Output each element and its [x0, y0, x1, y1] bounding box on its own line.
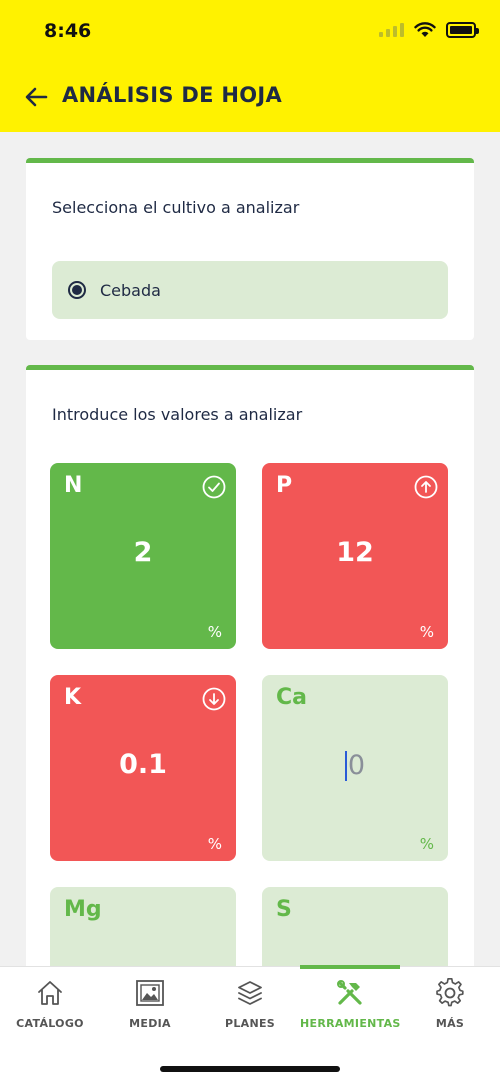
nutrient-tile-p[interactable]: P 12 %: [262, 463, 448, 649]
nav-item-catalogo[interactable]: CATÁLOGO: [0, 977, 100, 1030]
layers-icon: [238, 981, 262, 1005]
nutrient-value: 2: [133, 537, 153, 568]
nutrient-symbol: K: [64, 685, 82, 710]
crop-selection-card: Selecciona el cultivo a analizar Cebada: [26, 158, 474, 340]
check-circle-icon: [202, 475, 226, 499]
crop-option-label: Cebada: [100, 280, 161, 300]
nav-item-media[interactable]: MEDIA: [100, 977, 200, 1030]
nutrient-unit: %: [419, 623, 434, 641]
app-header: 8:46 ANÁLISIS DE HOJA: [0, 0, 500, 132]
nutrient-symbol: Ca: [276, 685, 307, 710]
status-icons: [379, 22, 479, 38]
nav-label: MÁS: [435, 1017, 465, 1030]
crop-section-title: Selecciona el cultivo a analizar: [52, 198, 300, 217]
wifi-icon: [414, 22, 436, 37]
nutrient-unit: %: [207, 835, 222, 853]
nutrient-symbol: N: [64, 473, 83, 498]
crop-option-cebada[interactable]: Cebada: [52, 261, 448, 319]
nav-label: CATÁLOGO: [16, 1017, 84, 1030]
page-title: ANÁLISIS DE HOJA: [62, 83, 283, 107]
arrow-down-circle-icon: [202, 687, 226, 711]
nutrient-unit: %: [207, 623, 222, 641]
nutrient-symbol: Mg: [64, 897, 102, 922]
nutrient-tile-ca[interactable]: Ca 0 %: [262, 675, 448, 861]
values-input-card: Introduce los valores a analizar N 2 % P…: [26, 365, 474, 1073]
nav-label: PLANES: [224, 1017, 276, 1030]
text-cursor: [344, 750, 347, 781]
image-gallery-icon: [136, 980, 164, 1006]
nutrient-symbol: P: [276, 473, 293, 498]
home-icon: [38, 981, 62, 1005]
values-section-title: Introduce los valores a analizar: [52, 405, 303, 424]
nutrient-tile-k[interactable]: K 0.1 %: [50, 675, 236, 861]
nav-label: MEDIA: [129, 1017, 171, 1030]
cellular-signal-icon: [379, 23, 404, 37]
nutrient-unit: %: [419, 835, 434, 853]
radio-selected-icon[interactable]: [68, 281, 86, 299]
nutrient-tile-n[interactable]: N 2 %: [50, 463, 236, 649]
arrow-left-icon[interactable]: [24, 84, 50, 110]
tools-icon: [337, 980, 362, 1005]
nav-item-planes[interactable]: PLANES: [200, 977, 300, 1030]
nutrient-value: 0.1: [119, 749, 167, 780]
nutrient-value: 0: [347, 750, 366, 781]
nav-item-herramientas[interactable]: HERRAMIENTAS: [300, 977, 400, 1030]
nav-label: HERRAMIENTAS: [300, 1017, 401, 1030]
nutrient-value: 12: [336, 537, 374, 568]
nav-item-mas[interactable]: MÁS: [400, 977, 500, 1030]
bottom-navigation: CATÁLOGO MEDIA PLANES HERRAMIENTAS MÁS: [0, 965, 500, 1082]
active-tab-indicator: [300, 965, 400, 969]
gear-icon: [436, 978, 464, 1007]
arrow-up-circle-icon: [414, 475, 438, 499]
nutrient-input[interactable]: 0: [262, 749, 448, 781]
status-time: 8:46: [44, 20, 92, 42]
nutrient-symbol: S: [276, 897, 292, 922]
battery-icon: [446, 22, 479, 38]
home-indicator[interactable]: [160, 1066, 340, 1072]
